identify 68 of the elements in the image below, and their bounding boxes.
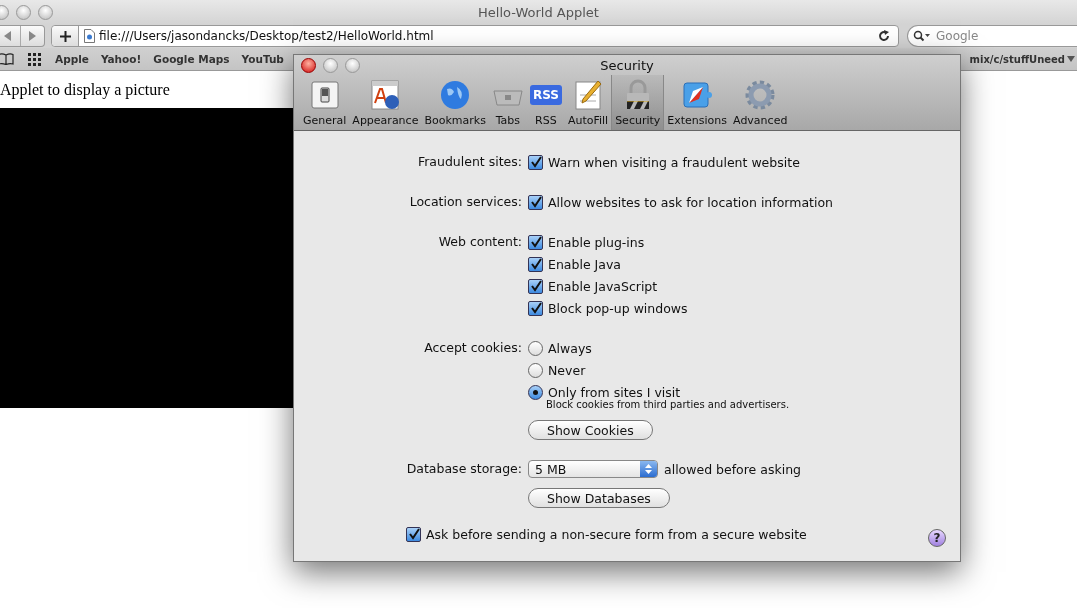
bookmark-link[interactable]: Apple (55, 53, 89, 65)
page-icon (84, 29, 95, 43)
preference-tab[interactable]: Extensions (664, 75, 731, 130)
bookmark-link[interactable]: YouTub (241, 53, 284, 65)
checkbox[interactable] (528, 154, 543, 170)
radio-button[interactable] (528, 340, 543, 356)
checkbox[interactable] (528, 300, 543, 316)
checkbox-label: Warn when visiting a fraudulent website (548, 154, 800, 170)
caret-icon (1067, 56, 1075, 62)
preference-tab[interactable]: Tabs (488, 75, 527, 130)
page-text: Applet to display a picture (0, 81, 170, 99)
checkbox-label: Allow websites to ask for location information (548, 194, 834, 210)
preference-tab[interactable]: Appearance (349, 75, 422, 130)
url-text: file:///Users/jasondancks/Desktop/test2/HelloWorld.html (99, 29, 435, 43)
book-icon[interactable] (0, 53, 14, 65)
reload-icon[interactable] (878, 30, 890, 42)
grid-icon[interactable] (28, 52, 41, 66)
bookmark-link[interactable]: Yahoo! (100, 53, 142, 65)
preference-tab[interactable]: AutoFill (564, 75, 612, 130)
radio-button[interactable] (528, 362, 543, 378)
help-button[interactable]: ? (928, 529, 946, 547)
address-field[interactable]: file:///Users/jasondancks/Desktop/test2/HelloWorld.html (51, 25, 899, 47)
switch-icon (308, 79, 341, 111)
checkbox[interactable] (528, 234, 543, 250)
preference-tab[interactable]: General (300, 75, 350, 130)
checkbox-label: Block pop-up windows (548, 300, 688, 316)
globe-icon (439, 79, 472, 111)
dialog-button[interactable]: Show Databases (528, 488, 670, 508)
stepper-arrows-icon (645, 463, 652, 475)
right-arrow-icon (28, 31, 37, 41)
preference-tab[interactable]: Advanced (730, 75, 791, 130)
left-arrow-icon (3, 31, 12, 41)
search-field[interactable]: Google (907, 25, 1077, 47)
checkbox-label: Enable Java (548, 256, 621, 272)
window-title: Hello-World Applet (478, 4, 599, 20)
radio-label: Only from sites I visit (548, 384, 681, 400)
dialog-title: Security (600, 57, 654, 73)
checkbox[interactable] (528, 256, 543, 272)
radio-button[interactable] (528, 384, 543, 400)
hint-text: Block cookies from third parties and advertisers. (546, 399, 790, 412)
setting-label: Accept cookies: (423, 339, 522, 357)
size-dropdown[interactable]: 5 MB (528, 460, 658, 478)
radio-label: Never (548, 362, 586, 378)
bookmark-folder[interactable]: mix/c/stuffUneed (969, 53, 1075, 65)
preference-tab[interactable]: RSS RSS (526, 75, 565, 130)
checkbox-label: Ask before sending a non-secure form from a secure website (426, 526, 807, 542)
checkbox[interactable] (528, 278, 543, 294)
setting-label: Database storage: (405, 460, 522, 478)
radio-label: Always (548, 340, 592, 356)
font-document-icon (369, 79, 402, 111)
preference-tab[interactable]: Bookmarks (421, 75, 489, 130)
dialog-button[interactable]: Show Cookies (528, 420, 653, 440)
bookmark-link[interactable]: Google Maps (153, 53, 230, 65)
preference-tab[interactable]: Security (611, 75, 665, 130)
pencil-form-icon (572, 79, 604, 111)
checkbox[interactable] (528, 194, 543, 210)
checkbox-label: Enable plug-ins (548, 234, 645, 250)
checkbox-label: Enable JavaScript (548, 278, 658, 294)
setting-label: Location services: (408, 193, 522, 211)
gear-icon (744, 79, 777, 111)
select-suffix-text: allowed before asking (664, 461, 802, 477)
close-button[interactable] (301, 57, 316, 73)
checkbox[interactable] (406, 526, 421, 542)
compass-puzzle-icon (681, 79, 714, 111)
rss-icon: RSS (529, 85, 562, 105)
plus-icon (59, 30, 71, 42)
setting-label: Web content: (437, 233, 522, 251)
setting-label: Fraudulent sites: (416, 153, 522, 171)
